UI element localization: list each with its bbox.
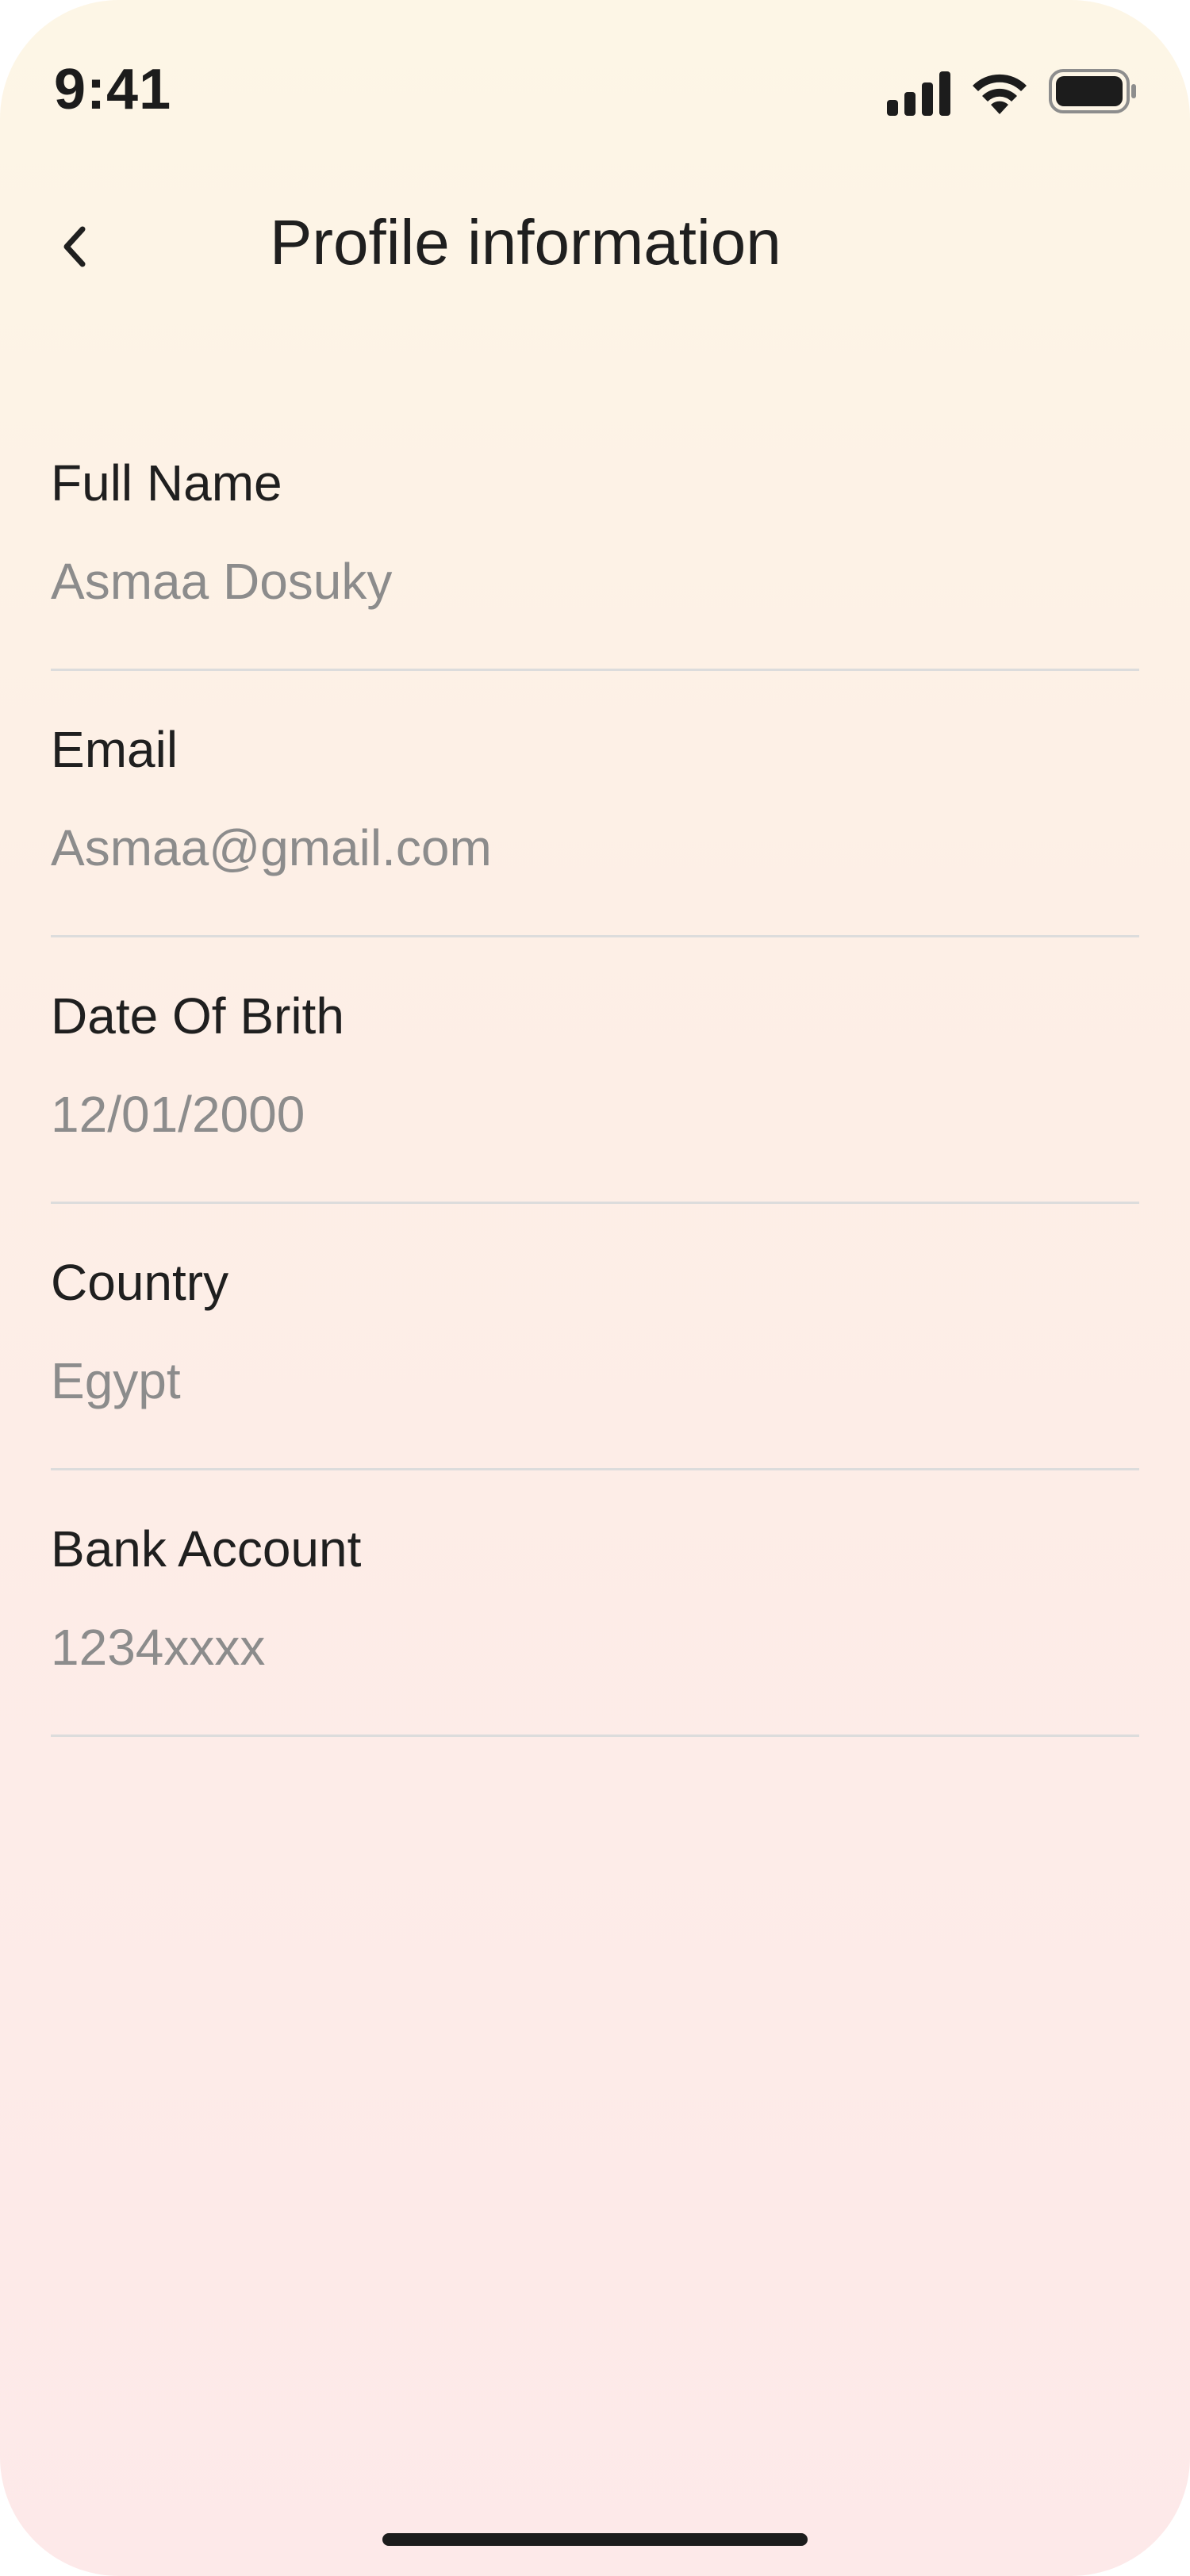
field-value: Asmaa Dosuky bbox=[51, 553, 393, 610]
profile-fields: Full Name Asmaa Dosuky Email Asmaa@gmail… bbox=[51, 404, 1139, 1737]
field-label: Date Of Brith bbox=[51, 987, 344, 1045]
wifi-icon bbox=[973, 74, 1027, 114]
field-email[interactable]: Email Asmaa@gmail.com bbox=[51, 671, 1139, 937]
battery-icon bbox=[1049, 69, 1136, 113]
home-indicator[interactable] bbox=[382, 2533, 808, 2546]
field-full-name[interactable]: Full Name Asmaa Dosuky bbox=[51, 404, 1139, 671]
header: Profile information bbox=[0, 182, 1190, 309]
field-date-of-birth[interactable]: Date Of Brith 12/01/2000 bbox=[51, 937, 1139, 1204]
field-value: 12/01/2000 bbox=[51, 1086, 305, 1143]
field-country[interactable]: Country Egypt bbox=[51, 1204, 1139, 1470]
status-time: 9:41 bbox=[54, 58, 172, 121]
page-title: Profile information bbox=[270, 207, 781, 278]
status-bar: 9:41 bbox=[0, 0, 1190, 182]
signal-icon bbox=[887, 71, 950, 116]
field-value: 1234xxxx bbox=[51, 1619, 266, 1676]
field-label: Email bbox=[51, 721, 178, 778]
back-button[interactable] bbox=[56, 211, 127, 282]
field-value: Egypt bbox=[51, 1352, 181, 1409]
phone-screen: 9:41 Profile information Full Name Asmaa… bbox=[0, 0, 1190, 2576]
field-label: Bank Account bbox=[51, 1520, 362, 1577]
field-label: Country bbox=[51, 1254, 229, 1311]
field-label: Full Name bbox=[51, 454, 282, 512]
field-value: Asmaa@gmail.com bbox=[51, 819, 492, 876]
field-bank-account[interactable]: Bank Account 1234xxxx bbox=[51, 1470, 1139, 1737]
chevron-left-icon bbox=[63, 226, 86, 267]
